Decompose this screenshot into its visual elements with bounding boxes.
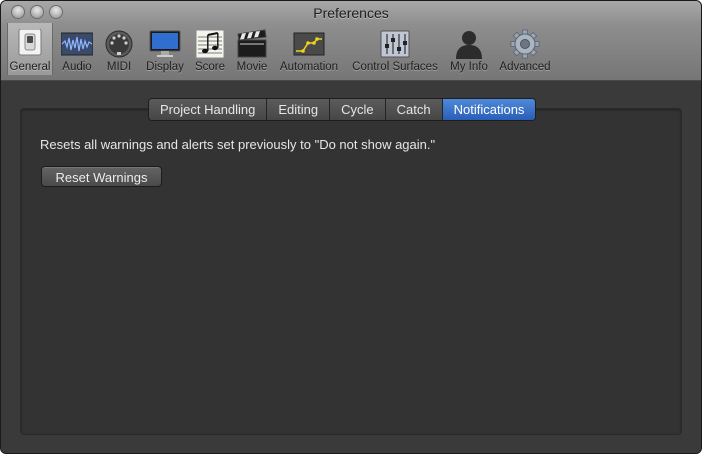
tab-catch[interactable]: Catch: [386, 99, 443, 120]
toolbar-item-advanced[interactable]: Advanced: [499, 27, 551, 75]
preferences-tab-bar: Project Handling Editing Cycle Catch Not…: [148, 98, 537, 121]
midi-connector-icon: [105, 30, 133, 58]
audio-waveform-icon: [61, 32, 93, 56]
control-surfaces-faders-icon: [380, 30, 410, 58]
toolbar-label-advanced: Advanced: [499, 61, 551, 73]
toolbar-label-automation: Automation: [279, 61, 339, 73]
title-bar: Preferences General Audio MIDI Display S…: [1, 1, 701, 81]
preferences-window: Preferences General Audio MIDI Display S…: [0, 0, 702, 454]
toolbar-item-my-info[interactable]: My Info: [447, 27, 491, 75]
automation-curve-icon: [293, 32, 325, 56]
user-silhouette-icon: [456, 31, 482, 59]
toolbar-item-control-surfaces[interactable]: Control Surfaces: [351, 27, 439, 75]
tab-cycle[interactable]: Cycle: [330, 99, 386, 120]
toolbar-item-midi[interactable]: MIDI: [101, 27, 137, 75]
notifications-panel: [20, 108, 682, 435]
advanced-gear-icon: [510, 29, 540, 59]
toolbar-item-automation[interactable]: Automation: [277, 27, 341, 75]
movie-clapper-icon: [237, 29, 267, 58]
tab-notifications[interactable]: Notifications: [442, 99, 536, 120]
toolbar-label-control-surfaces: Control Surfaces: [352, 61, 438, 73]
toolbar-item-display[interactable]: Display: [144, 27, 186, 75]
toolbar-item-general[interactable]: General: [7, 23, 53, 75]
score-notes-icon: [195, 29, 225, 59]
toolbar-item-movie[interactable]: Movie: [233, 27, 271, 75]
general-switch-icon: [18, 29, 42, 56]
tab-project-handling[interactable]: Project Handling: [149, 99, 268, 120]
window-title: Preferences: [313, 5, 389, 21]
reset-warnings-button[interactable]: Reset Warnings: [41, 166, 162, 187]
reset-warnings-description: Resets all warnings and alerts set previ…: [40, 137, 436, 152]
tab-editing[interactable]: Editing: [267, 99, 331, 120]
display-monitor-icon: [149, 30, 181, 57]
